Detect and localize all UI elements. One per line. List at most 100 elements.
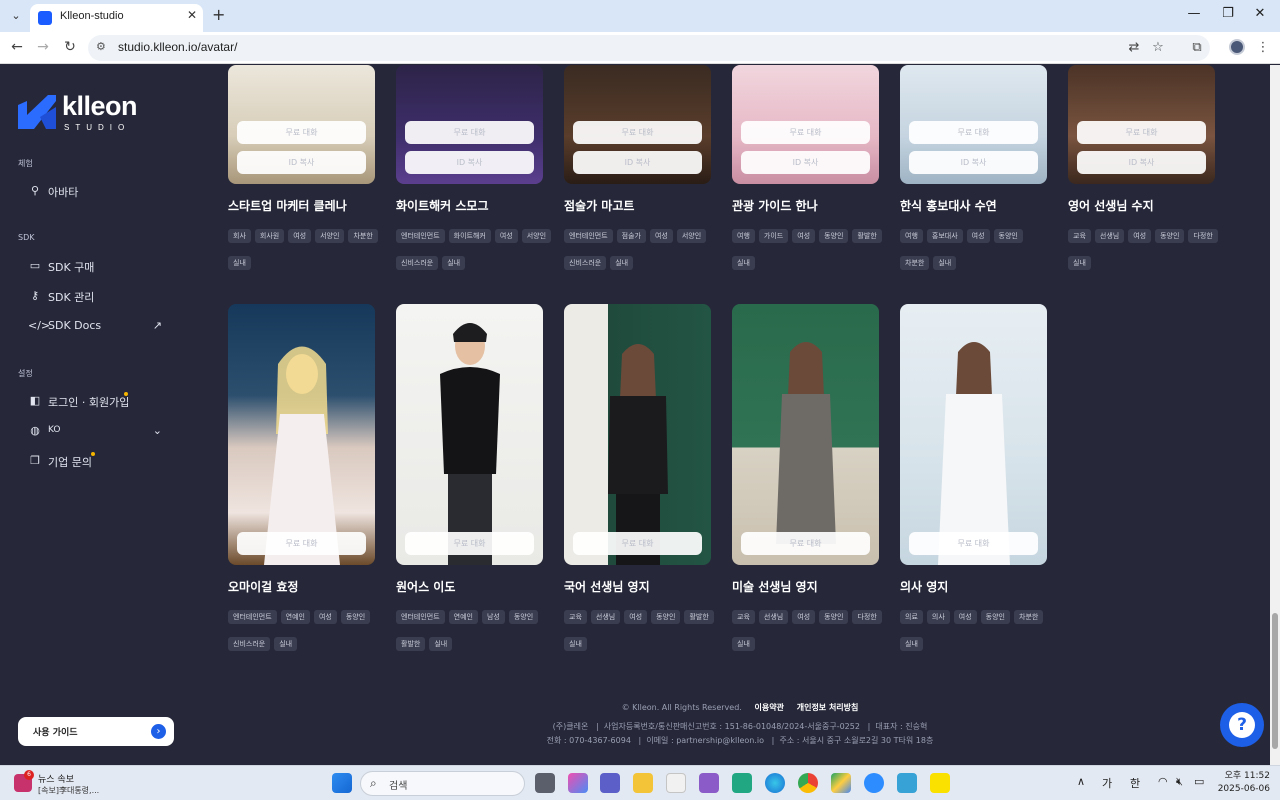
edge-icon[interactable] <box>765 773 785 793</box>
tag: 여성 <box>953 610 977 624</box>
file-explorer-icon[interactable] <box>633 773 653 793</box>
free-chat-button[interactable]: 무료 대화 <box>741 121 870 144</box>
bookmark-star-icon[interactable]: ☆ <box>1149 40 1167 55</box>
task-view-icon[interactable] <box>535 773 555 793</box>
sidebar-item-login[interactable]: ◧ 로그인 · 회원가입 <box>28 392 168 412</box>
free-chat-button[interactable]: 무료 대화 <box>405 121 534 144</box>
speaker-muted-icon[interactable]: 🔇︎ <box>1176 775 1183 789</box>
forward-icon[interactable]: → <box>34 39 52 55</box>
tag: 다정한 <box>1188 229 1218 243</box>
tag: 여행 <box>732 229 755 243</box>
kakaotalk-icon[interactable] <box>930 773 950 793</box>
tag: 실내 <box>1068 256 1091 270</box>
ime-language[interactable]: 한 <box>1130 775 1140 791</box>
copy-id-button[interactable]: ID 복사 <box>909 151 1038 174</box>
sidebar-item-label: SDK 관리 <box>48 291 95 304</box>
sidebar-item-business-inquiry[interactable]: ❐ 기업 문의 <box>28 452 168 472</box>
free-chat-button[interactable]: 무료 대화 <box>237 532 366 555</box>
notepad-icon[interactable] <box>897 773 917 793</box>
google-drive-icon[interactable] <box>831 773 851 793</box>
copy-id-button[interactable]: ID 복사 <box>1077 151 1206 174</box>
teams-icon[interactable] <box>600 773 620 793</box>
zoom-icon[interactable] <box>864 773 884 793</box>
klleon-favicon-icon <box>38 11 52 25</box>
tag: 동양인 <box>1155 229 1185 243</box>
free-chat-button[interactable]: 무료 대화 <box>237 121 366 144</box>
url-text[interactable]: studio.klleon.io/avatar/ <box>118 40 237 54</box>
sync-app-icon[interactable] <box>732 773 752 793</box>
free-chat-button[interactable]: 무료 대화 <box>573 121 702 144</box>
minimize-icon[interactable]: — <box>1184 6 1204 21</box>
store-icon[interactable] <box>666 773 686 793</box>
page-scrollbar[interactable] <box>1270 65 1280 765</box>
copy-id-button[interactable]: ID 복사 <box>237 151 366 174</box>
news-badge: 6 <box>24 770 34 780</box>
free-chat-button[interactable]: 무료 대화 <box>909 532 1038 555</box>
new-tab-icon[interactable]: + <box>212 5 225 24</box>
tag: 홍보대사 <box>926 229 963 243</box>
clock-date: 2025-06-06 <box>1217 784 1270 794</box>
tag-list: 교육 선생님 여성 동양인 활발한실내 <box>564 604 724 658</box>
tag: 차분한 <box>348 229 378 243</box>
sidebar-item-language[interactable]: ◍ KO ⌄ <box>28 422 168 442</box>
sidebar-item-label: 아바타 <box>48 186 79 199</box>
tag: 동양인 <box>340 610 371 624</box>
windows-start-icon[interactable] <box>332 773 352 793</box>
back-icon[interactable]: ← <box>8 39 26 55</box>
system-clock[interactable]: 오후 11:52 2025-06-06 <box>1216 770 1270 796</box>
url-field[interactable]: ⚙ studio.klleon.io/avatar/ <box>88 35 1210 61</box>
translate-icon[interactable]: ⇄ <box>1125 40 1143 55</box>
tag: 활발한 <box>852 229 882 243</box>
avatar-name: 점술가 마고트 <box>564 199 635 213</box>
avatar-name: 미술 선생님 영지 <box>732 580 818 594</box>
tag: 여성 <box>1128 229 1152 243</box>
taskbar-search[interactable]: ⌕ 검색 <box>360 771 525 796</box>
copy-id-button[interactable]: ID 복사 <box>573 151 702 174</box>
section-title-settings: 설정 <box>18 369 33 378</box>
sidebar-item-sdk-purchase[interactable]: ▭ SDK 구매 <box>28 257 168 277</box>
tray-chevron-up-icon[interactable]: ∧ <box>1077 775 1085 788</box>
free-chat-button[interactable]: 무료 대화 <box>1077 121 1206 144</box>
profile-avatar-icon[interactable] <box>1229 39 1245 55</box>
more-menu-icon[interactable]: ⋮ <box>1254 40 1272 55</box>
user-guide-label: 사용 가이드 <box>33 728 78 738</box>
reload-icon[interactable]: ↻ <box>61 39 79 55</box>
free-chat-button[interactable]: 무료 대화 <box>573 532 702 555</box>
privacy-link[interactable]: 개인정보 처리방침 <box>797 703 859 712</box>
copilot-icon[interactable] <box>568 773 588 793</box>
site-info-icon[interactable]: ⚙ <box>96 40 106 53</box>
key-icon: ⚷ <box>30 289 40 302</box>
scroll-thumb[interactable] <box>1272 613 1278 749</box>
sidebar: klleon STUDIO 체험 ⚲ 아바타 SDK ▭ SDK 구매 ⚷ SD… <box>0 65 190 765</box>
terms-link[interactable]: 이용약관 <box>755 703 784 712</box>
extensions-icon[interactable]: ⧉ <box>1188 40 1206 55</box>
tag: 여성 <box>792 610 816 624</box>
free-chat-button[interactable]: 무료 대화 <box>909 121 1038 144</box>
help-button[interactable]: ? <box>1220 703 1264 747</box>
tag: 실내 <box>610 256 634 270</box>
window-close-icon[interactable]: ✕ <box>1250 6 1270 21</box>
sidebar-item-avatar[interactable]: ⚲ 아바타 <box>28 182 168 202</box>
copy-id-button[interactable]: ID 복사 <box>741 151 870 174</box>
tag: 활발한 <box>396 637 426 651</box>
app-icon[interactable] <box>699 773 719 793</box>
browser-tab[interactable]: Klleon-studio ✕ <box>30 4 203 32</box>
close-tab-icon[interactable]: ✕ <box>187 8 197 22</box>
sidebar-item-sdk-docs[interactable]: </> SDK Docs ↗ <box>28 317 168 337</box>
news-title: 뉴스 속보 <box>38 775 74 785</box>
restore-icon[interactable]: ❐ <box>1218 6 1238 21</box>
copy-id-button[interactable]: ID 복사 <box>405 151 534 174</box>
avatar-name: 관광 가이드 한나 <box>732 199 818 213</box>
company-name: (주)클레온 <box>552 722 589 731</box>
free-chat-button[interactable]: 무료 대화 <box>405 532 534 555</box>
tag: 실내 <box>933 256 957 270</box>
chrome-icon[interactable] <box>798 773 818 793</box>
battery-icon[interactable]: ▭ <box>1194 775 1204 788</box>
sidebar-item-sdk-manage[interactable]: ⚷ SDK 관리 <box>28 287 168 307</box>
user-guide-button[interactable]: 사용 가이드 › <box>18 717 174 746</box>
wifi-icon[interactable]: ◠ <box>1158 775 1168 788</box>
ime-mode[interactable]: 가 <box>1102 775 1112 791</box>
tag-list: 엔터테인먼트 점술가 여성 서양인신비스러운 실내 <box>564 223 724 277</box>
free-chat-button[interactable]: 무료 대화 <box>741 532 870 555</box>
tab-list-icon[interactable]: ⌄ <box>6 6 26 26</box>
